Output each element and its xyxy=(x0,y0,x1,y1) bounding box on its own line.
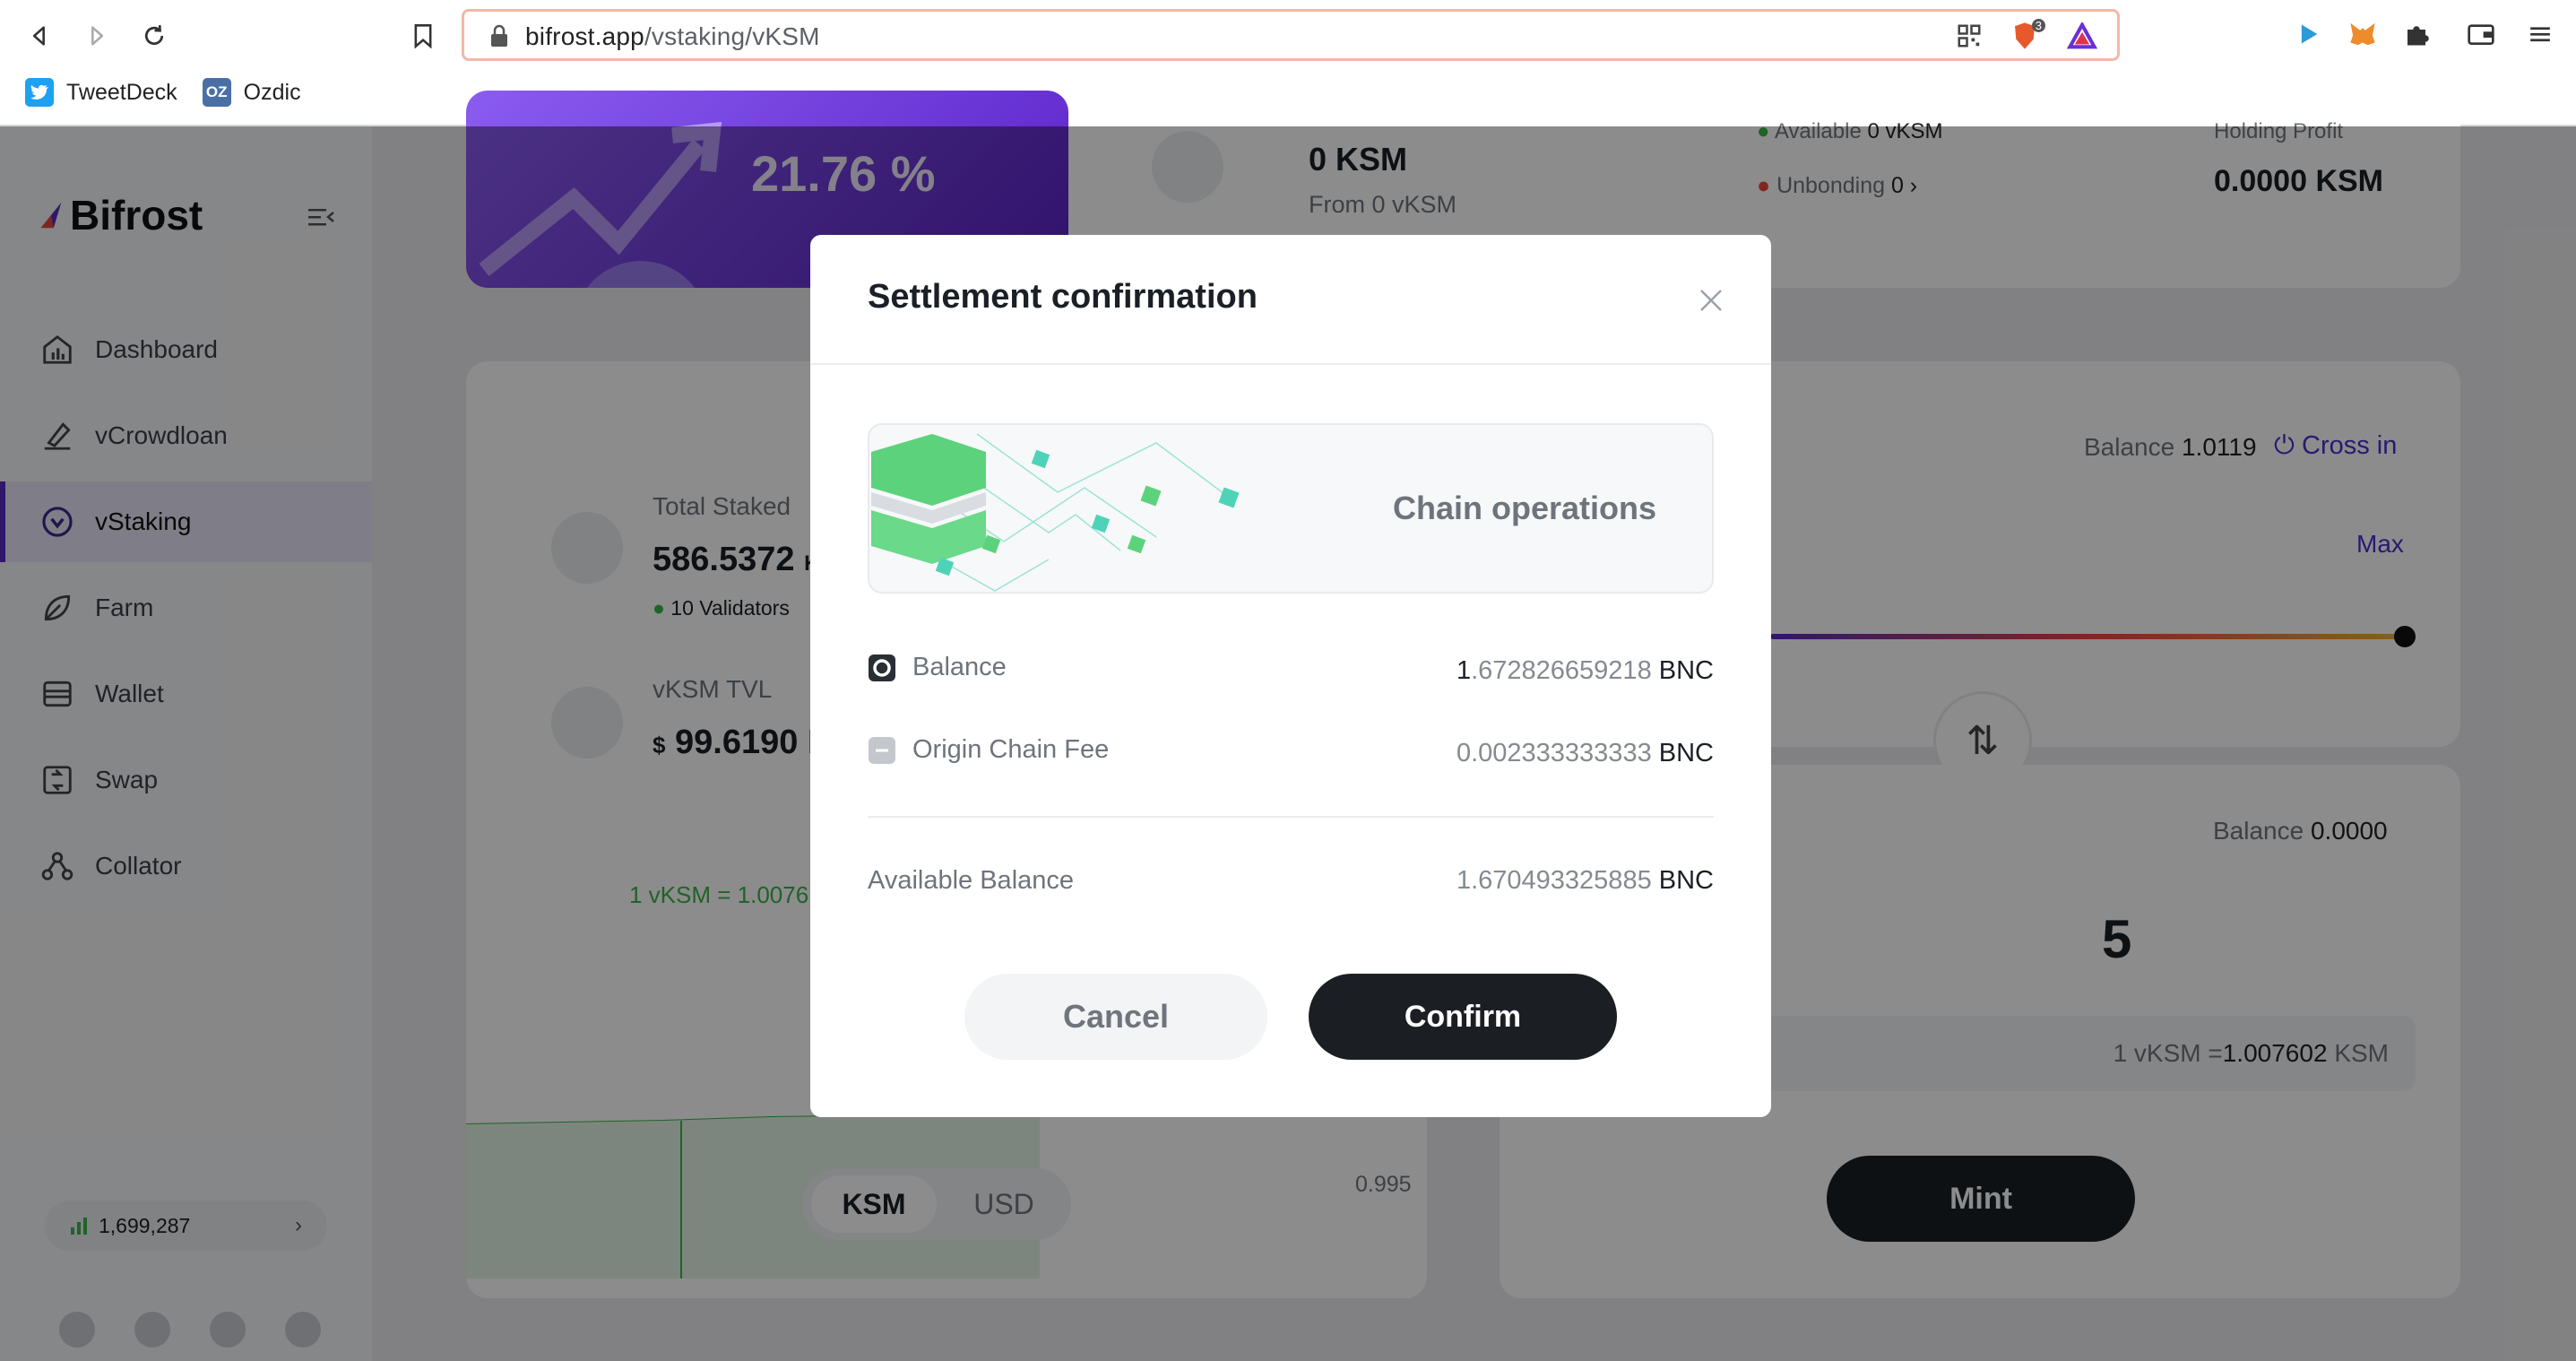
bookmarks-bar: TweetDeck OZ Ozdic xyxy=(0,72,301,113)
oz-icon: OZ xyxy=(202,78,231,107)
lock-icon xyxy=(491,24,507,47)
forward-icon[interactable] xyxy=(77,16,117,56)
metamask-icon[interactable] xyxy=(2345,16,2381,52)
fee-row-label: Origin Chain Fee xyxy=(868,735,1109,765)
cancel-button[interactable]: Cancel xyxy=(964,974,1267,1060)
back-icon[interactable] xyxy=(20,16,59,56)
confirm-button[interactable]: Confirm xyxy=(1309,974,1617,1060)
chain-operations-banner: Chain operations xyxy=(868,423,1714,594)
settlement-modal: Settlement confirmation Chain operations xyxy=(810,235,1771,1117)
brave-shield-icon[interactable]: 3 xyxy=(2011,19,2045,53)
chain-illustration xyxy=(871,433,1240,592)
reload-icon[interactable] xyxy=(134,16,174,56)
extensions-puzzle-icon[interactable] xyxy=(2399,16,2434,52)
bookmark-icon[interactable] xyxy=(403,16,443,56)
modal-divider xyxy=(810,363,1771,365)
available-balance-label: Available Balance xyxy=(868,866,1075,895)
balance-row-value: 1.672826659218 BNC xyxy=(1456,656,1714,685)
extension-play-icon[interactable] xyxy=(2291,16,2327,52)
twitter-icon xyxy=(25,78,54,107)
close-icon[interactable] xyxy=(1698,287,1725,314)
url-text: bifrost.app/vstaking/vKSM xyxy=(525,22,820,50)
available-balance-value: 1.670493325885 BNC xyxy=(1456,866,1714,895)
address-bar[interactable]: bifrost.app/vstaking/vKSM 3 xyxy=(462,9,2120,61)
bookmark-tweetdeck[interactable]: TweetDeck xyxy=(25,78,177,107)
bnc-token-icon xyxy=(869,654,895,681)
brave-rewards-icon[interactable] xyxy=(2066,21,2098,54)
brave-badge: 3 xyxy=(2031,19,2045,32)
chain-operations-label: Chain operations xyxy=(1392,490,1656,526)
modal-separator xyxy=(868,816,1714,818)
qr-icon[interactable] xyxy=(1956,22,1983,54)
fee-row-value: 0.002333333333 BNC xyxy=(1456,739,1714,767)
menu-icon[interactable] xyxy=(2522,16,2558,52)
bookmark-ozdic[interactable]: OZ Ozdic xyxy=(202,78,301,107)
modal-title: Settlement confirmation xyxy=(868,278,1258,316)
balance-row-label: Balance xyxy=(868,653,1007,682)
fee-icon xyxy=(869,736,895,764)
wallet-extension-icon[interactable] xyxy=(2463,16,2499,52)
